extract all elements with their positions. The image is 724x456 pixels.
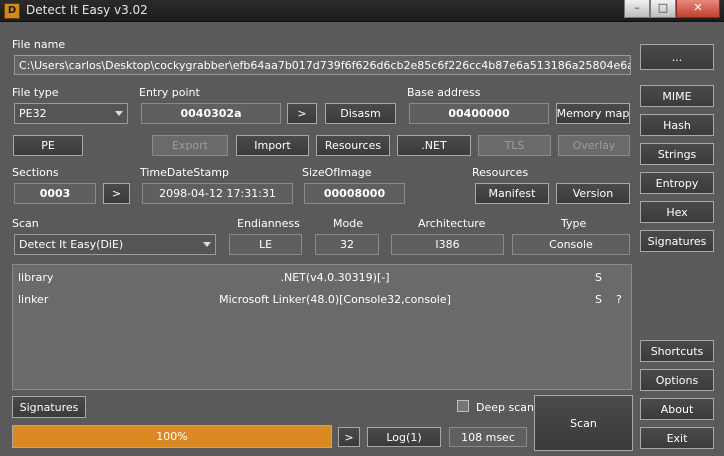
deep-scan-checkbox[interactable] [457,400,469,412]
hex-button[interactable]: Hex [640,201,714,223]
close-button[interactable]: ✕ [676,0,720,18]
maximize-button[interactable]: □ [650,0,676,18]
strings-button[interactable]: Strings [640,143,714,165]
manifest-button[interactable]: Manifest [475,183,549,204]
result-name: Microsoft Linker(48.0)[Console32,console… [219,293,451,306]
hash-button[interactable]: Hash [640,114,714,136]
mode-label: Mode [333,217,363,230]
entry-point-value: 0040302a [141,103,281,124]
scan-engine-select[interactable]: Detect It Easy(DiE) [14,234,216,255]
signatures-bottom-button[interactable]: Signatures [12,396,86,418]
import-button[interactable]: Import [236,135,309,156]
base-address-label: Base address [407,86,481,99]
log-button[interactable]: Log(1) [367,427,441,447]
net-button[interactable]: .NET [397,135,471,156]
progress-text: 100% [156,430,188,443]
scan-engine-value: Detect It Easy(DiE) [19,238,124,251]
result-flag[interactable]: S [595,271,602,284]
scan-progress-bar: 100% [12,425,332,448]
mode-value: 32 [315,234,379,255]
window-title: Detect It Easy v3.02 [26,3,148,17]
progress-more-button[interactable]: > [338,427,360,447]
file-type-select[interactable]: PE32 [14,103,128,124]
file-name-label: File name [12,38,66,51]
deep-scan-label: Deep scan [476,401,534,414]
chevron-down-icon [115,111,123,116]
signatures-button[interactable]: Signatures [640,230,714,252]
shortcuts-button[interactable]: Shortcuts [640,340,714,362]
result-kind: linker [18,293,49,306]
results-panel[interactable]: library .NET(v4.0.30319)[-] S linker Mic… [12,264,632,390]
endianness-value: LE [229,234,302,255]
sections-value: 0003 [14,183,96,204]
architecture-label: Architecture [418,217,486,230]
chevron-down-icon [203,242,211,247]
tls-button[interactable]: TLS [478,135,551,156]
file-path-input[interactable]: C:\Users\carlos\Desktop\cockygrabber\efb… [14,55,631,75]
export-button[interactable]: Export [152,135,228,156]
sections-label: Sections [12,166,59,179]
entry-point-label: Entry point [139,86,200,99]
endianness-label: Endianness [237,217,300,230]
browse-button[interactable]: ... [640,44,714,70]
file-type-value: PE32 [19,107,47,120]
timedatestamp-value: 2098-04-12 17:31:31 [142,183,293,204]
minimize-button[interactable]: – [624,0,650,18]
about-button[interactable]: About [640,398,714,420]
resources-group-label: Resources [472,166,529,179]
memory-map-button[interactable]: Memory map [556,103,630,124]
file-type-label: File type [12,86,59,99]
resources-button[interactable]: Resources [316,135,390,156]
overlay-button[interactable]: Overlay [558,135,630,156]
pe-button[interactable]: PE [13,135,83,156]
base-address-value: 00400000 [409,103,549,124]
result-flag[interactable]: S [595,293,602,306]
entry-point-go-button[interactable]: > [287,103,317,124]
elapsed-time: 108 msec [449,427,527,447]
type-value: Console [512,234,630,255]
type-label: Type [561,217,587,230]
entropy-button[interactable]: Entropy [640,172,714,194]
timedatestamp-label: TimeDateStamp [140,166,229,179]
architecture-value: I386 [391,234,504,255]
sizeofimage-value: 00008000 [304,183,405,204]
options-button[interactable]: Options [640,369,714,391]
result-kind: library [18,271,54,284]
sizeofimage-label: SizeOfImage [302,166,372,179]
disasm-button[interactable]: Disasm [325,103,396,124]
result-name: .NET(v4.0.30319)[-] [280,271,390,284]
sections-go-button[interactable]: > [103,183,130,204]
exit-button[interactable]: Exit [640,427,714,449]
scan-button[interactable]: Scan [534,395,633,451]
mime-button[interactable]: MIME [640,85,714,107]
result-info-button[interactable]: ? [616,293,622,306]
scan-label: Scan [12,217,39,230]
version-button[interactable]: Version [556,183,630,204]
app-icon: D [4,3,20,19]
